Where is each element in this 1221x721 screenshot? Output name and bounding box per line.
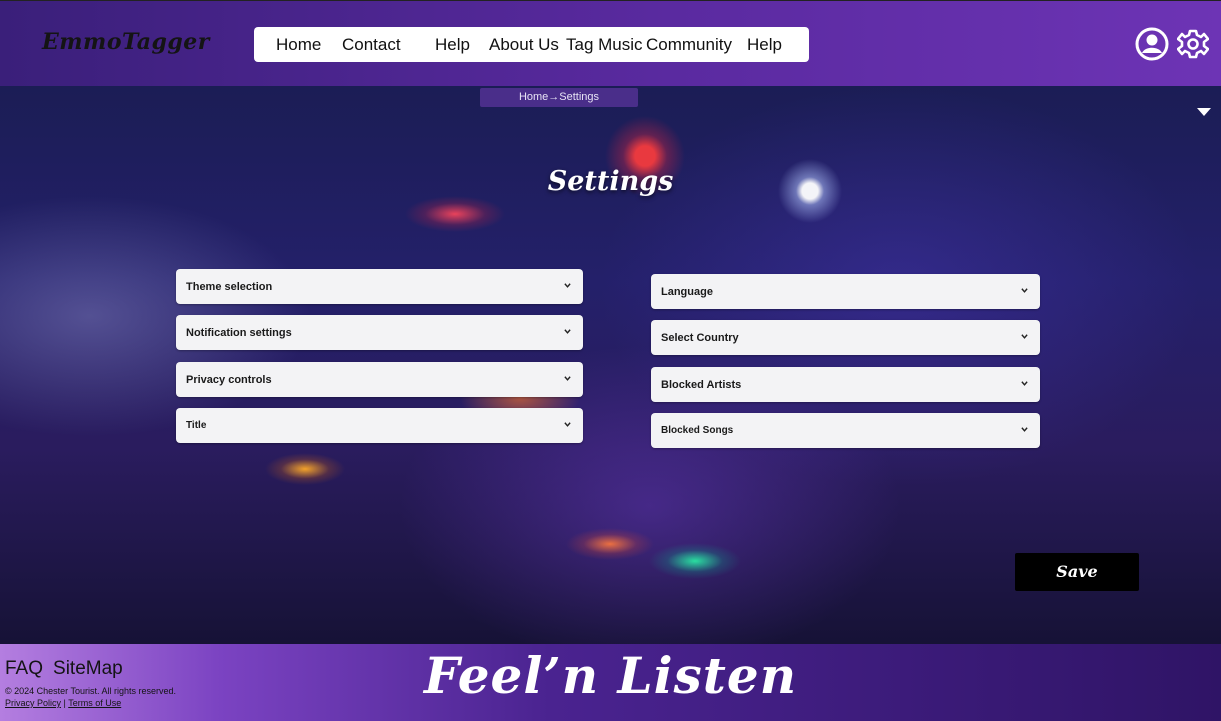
dropdown-label: Theme selection bbox=[186, 280, 273, 293]
settings-page: EmmoTagger Home Contact Help About Us Ta… bbox=[0, 0, 1221, 721]
dropdown-label: Blocked Songs bbox=[661, 425, 734, 436]
select-country-dropdown[interactable]: Select Country bbox=[651, 320, 1040, 355]
nav-item-home[interactable]: Home bbox=[276, 27, 321, 62]
dropdown-label: Blocked Artists bbox=[661, 378, 742, 391]
save-button[interactable]: Save bbox=[1015, 553, 1139, 591]
privacy-controls-dropdown[interactable]: Privacy controls bbox=[176, 362, 583, 397]
dropdown-label: Title bbox=[186, 420, 207, 431]
chevron-down-icon bbox=[1021, 427, 1028, 432]
theme-selection-dropdown[interactable]: Theme selection bbox=[176, 269, 583, 304]
app-logo[interactable]: EmmoTagger bbox=[42, 29, 210, 55]
nav-item-help-2[interactable]: Help bbox=[747, 27, 782, 62]
nav-item-about-us[interactable]: About Us bbox=[489, 27, 559, 62]
chevron-down-icon bbox=[1021, 334, 1028, 339]
notification-settings-dropdown[interactable]: Notification settings bbox=[176, 315, 583, 350]
nav-item-community[interactable]: Community bbox=[646, 27, 732, 62]
nav-item-tag-music[interactable]: Tag Music bbox=[566, 27, 643, 62]
chevron-down-icon bbox=[564, 329, 571, 334]
chevron-down-icon bbox=[564, 422, 571, 427]
dropdown-label: Privacy controls bbox=[186, 373, 272, 386]
dropdown-label: Select Country bbox=[661, 331, 739, 344]
main-nav: Home Contact Help About Us Tag Music Com… bbox=[254, 27, 809, 62]
chevron-down-icon bbox=[564, 376, 571, 381]
gear-icon[interactable] bbox=[1176, 27, 1211, 61]
header: EmmoTagger Home Contact Help About Us Ta… bbox=[0, 0, 1221, 86]
breadcrumb[interactable]: Home→Settings bbox=[480, 88, 638, 107]
nav-item-contact[interactable]: Contact bbox=[342, 27, 401, 62]
title-dropdown[interactable]: Title bbox=[176, 408, 583, 443]
blocked-songs-dropdown[interactable]: Blocked Songs bbox=[651, 413, 1040, 448]
dropdown-label: Notification settings bbox=[186, 326, 292, 339]
language-dropdown[interactable]: Language bbox=[651, 274, 1040, 309]
page-title: Settings bbox=[547, 166, 674, 197]
dropdown-label: Language bbox=[661, 285, 713, 298]
user-circle-icon[interactable] bbox=[1135, 27, 1169, 61]
footer-tagline: Feel’n Listen bbox=[423, 646, 798, 705]
nav-item-help[interactable]: Help bbox=[435, 27, 470, 62]
chevron-down-icon bbox=[1021, 381, 1028, 386]
chevron-down-icon bbox=[564, 283, 571, 288]
chevron-down-icon bbox=[1021, 288, 1028, 293]
blocked-artists-dropdown[interactable]: Blocked Artists bbox=[651, 367, 1040, 402]
caret-down-icon[interactable] bbox=[1197, 108, 1211, 116]
